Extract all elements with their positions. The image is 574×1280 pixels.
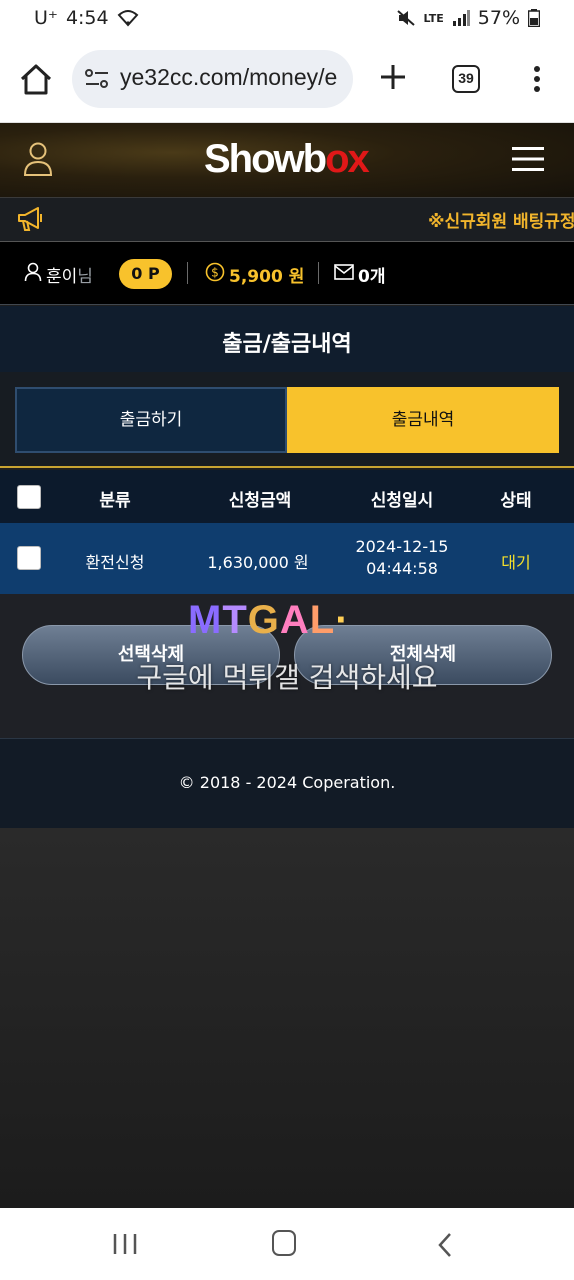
ticker-text: ※신규회원 배팅규정 [428, 212, 574, 232]
back-icon[interactable] [436, 1232, 454, 1258]
user-nickname: 훈이님 [46, 267, 93, 287]
recent-apps-icon[interactable] [112, 1232, 138, 1256]
logo-text-red: ox [325, 137, 370, 181]
column-header-status: 상태 [500, 491, 532, 511]
user-info-bar: 훈이님 0 P $ 5,900 원 0개 [0, 242, 574, 305]
column-header-date: 신청일시 [370, 491, 434, 511]
tab-withdraw-history[interactable]: 출금내역 [287, 387, 559, 453]
megaphone-icon [18, 207, 42, 231]
table-header: 분류 신청금액 신청일시 상태 [0, 470, 574, 523]
logo-text-white: Showb [204, 137, 327, 181]
signal-icon [452, 10, 470, 26]
site-logo[interactable]: Showb ox [204, 137, 370, 182]
carrier-label: U⁺ [34, 7, 58, 29]
network-label: LTE [423, 11, 444, 25]
coin-icon: $ [205, 262, 225, 282]
delete-all-button[interactable]: 전체삭제 [294, 625, 552, 685]
home-icon[interactable] [18, 62, 54, 98]
divider [187, 262, 188, 284]
copyright-text: © 2018 - 2024 Coperation. [178, 773, 396, 792]
row-category: 환전신청 [85, 553, 145, 572]
svg-text:$: $ [211, 266, 219, 280]
message-count[interactable]: 0개 [358, 262, 385, 287]
person-icon [24, 262, 42, 282]
column-header-category: 분류 [99, 491, 131, 511]
row-amount: 1,630,000 원 [207, 553, 309, 572]
points-badge[interactable]: 0 P [119, 259, 172, 289]
battery-label: 57% [477, 7, 520, 29]
row-date: 2024-12-15 [355, 537, 449, 556]
divider [318, 262, 319, 284]
tab-bar: 출금하기 출금내역 [0, 372, 574, 468]
mail-icon[interactable] [334, 264, 354, 280]
nickname-suffix: 님 [77, 267, 93, 287]
balance-amount[interactable]: 5,900 원 [229, 262, 304, 287]
table-row[interactable]: 환전신청 1,630,000 원 2024-12-15 04:44:58 대기 [0, 523, 574, 594]
hamburger-menu-icon[interactable] [512, 145, 544, 173]
url-text[interactable]: ye32cc.com/money/e [120, 64, 345, 91]
page-background [0, 828, 574, 1208]
row-checkbox[interactable] [17, 546, 41, 570]
notice-ticker: ※신규회원 배팅규정 [0, 198, 574, 242]
page-title-bar: 출금/출금내역 [0, 306, 574, 372]
mute-icon [396, 10, 415, 26]
site-settings-icon[interactable] [84, 68, 110, 90]
browser-toolbar: ye32cc.com/money/e 39 [0, 38, 574, 123]
tab-withdraw[interactable]: 출금하기 [15, 387, 287, 453]
system-nav-bar [0, 1208, 574, 1280]
site-header: Showb ox [0, 123, 574, 198]
row-status: 대기 [501, 553, 531, 572]
action-area: 선택삭제 전체삭제 MTGAL· 구글에 먹튀갤 검색하세요 [0, 594, 574, 738]
status-bar: U⁺ 4:54 LTE 57% [0, 0, 574, 38]
battery-icon [528, 9, 540, 27]
account-icon[interactable] [22, 141, 54, 177]
home-nav-icon[interactable] [272, 1230, 296, 1256]
clock: 4:54 [65, 7, 109, 29]
column-header-amount: 신청금액 [228, 491, 292, 511]
address-bar[interactable]: ye32cc.com/money/e [72, 50, 353, 108]
footer: © 2018 - 2024 Coperation. [0, 738, 574, 828]
select-all-checkbox[interactable] [17, 485, 41, 509]
page-title: 출금/출금내역 [222, 332, 352, 357]
wifi-icon [117, 10, 139, 27]
row-time: 04:44:58 [366, 559, 438, 578]
new-tab-icon[interactable] [378, 62, 408, 92]
delete-selected-button[interactable]: 선택삭제 [22, 625, 280, 685]
tab-switcher-button[interactable]: 39 [452, 65, 480, 93]
more-options-icon[interactable] [532, 66, 542, 92]
